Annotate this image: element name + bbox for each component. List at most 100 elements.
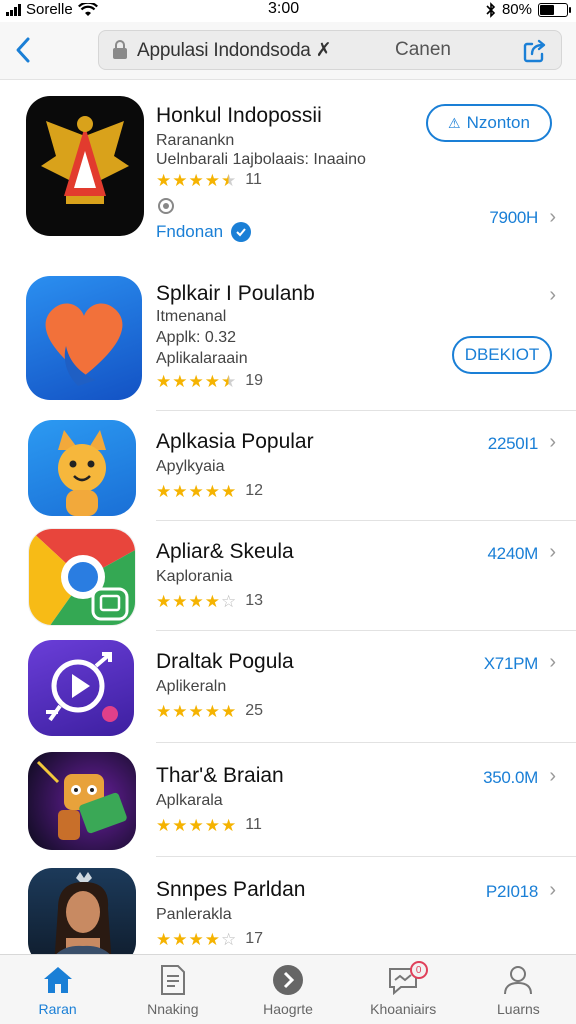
star-icon: ★ <box>204 481 220 501</box>
list-item[interactable]: Honkul Indopossii Raranankn Uelnbarali 1… <box>0 80 576 258</box>
list-item[interactable]: Draltak Pogula Aplikeraln ★ ★ ★ ★ ★ 25 X71PM… <box>0 634 576 742</box>
arrow-circle-icon <box>269 963 307 997</box>
browser-icon <box>29 529 135 625</box>
person-icon <box>499 963 537 997</box>
cancel-button[interactable]: Canen <box>395 39 451 61</box>
app-subtitle: Itmenanal <box>156 308 227 325</box>
chevron-right-icon[interactable]: › <box>549 651 556 674</box>
star-icon: ★ <box>221 815 237 835</box>
tab-ranking[interactable]: Nnaking <box>115 955 230 1024</box>
chevron-right-icon[interactable]: › <box>549 206 556 229</box>
list-item[interactable]: Aplkasia Popular Apylkyaia ★ ★ ★ ★ ★ 12 2250… <box>0 414 576 520</box>
star-icon: ★ <box>188 929 204 949</box>
app-icon-heart[interactable] <box>26 276 142 400</box>
app-title[interactable]: Aplkasia Popular <box>156 430 314 454</box>
star-icon: ★ <box>156 701 172 721</box>
tab-home[interactable]: Raran <box>0 955 115 1024</box>
wifi-icon <box>77 2 98 16</box>
list-item[interactable]: Apliar& Skeula Kaplorania ★ ★ ★ ★ ☆ 13 4240M… <box>0 524 576 630</box>
star-icon: ★ <box>156 591 172 611</box>
get-button[interactable]: ⚠ Nzonton <box>426 104 552 142</box>
star-empty-icon: ☆ <box>221 929 237 949</box>
star-icon: ★ <box>188 170 204 190</box>
app-subtitle-2: Uelnbarali 1ajbolaais: Inaaino <box>156 151 366 168</box>
signal-icon <box>6 3 21 16</box>
star-icon: ★ <box>204 591 220 611</box>
home-icon <box>39 963 77 997</box>
app-list: Honkul Indopossii Raranankn Uelnbarali 1… <box>0 80 576 954</box>
price-label[interactable]: 2250I1 <box>488 434 539 454</box>
star-icon: ★ <box>172 591 188 611</box>
app-title[interactable]: Thar'& Braian <box>156 764 284 788</box>
chevron-right-icon[interactable]: › <box>549 879 556 902</box>
divider <box>156 520 576 521</box>
star-icon: ★ <box>156 815 172 835</box>
app-icon-video[interactable] <box>28 640 134 736</box>
tab-label: Nnaking <box>147 1001 199 1017</box>
star-icon: ★ <box>156 929 172 949</box>
app-icon-cat[interactable] <box>28 420 136 516</box>
developer-row[interactable]: Fndonan <box>156 222 252 242</box>
price-label[interactable]: X71PM <box>484 654 539 674</box>
info-icon <box>158 198 174 214</box>
price-label[interactable]: 7900H <box>489 208 538 228</box>
tab-updates[interactable]: Haogrte <box>230 955 345 1024</box>
chevron-left-icon <box>16 37 30 63</box>
tab-profile[interactable]: Luarns <box>461 955 576 1024</box>
search-text: Appulasi Indondsoda ✗ <box>137 39 332 61</box>
star-half-icon: ★ <box>221 371 237 391</box>
star-icon: ★ <box>221 701 237 721</box>
lock-icon <box>113 40 127 59</box>
chevron-right-icon[interactable]: › <box>549 541 556 564</box>
star-half-icon: ★ <box>221 170 237 190</box>
divider <box>156 742 576 743</box>
share-button[interactable] <box>519 35 551 67</box>
tab-label: Raran <box>38 1001 77 1017</box>
star-icon: ★ <box>188 701 204 721</box>
app-icon-emblem[interactable] <box>26 96 144 236</box>
app-title[interactable]: Apliar& Skeula <box>156 540 294 564</box>
tab-messages[interactable]: 0 Khoaniairs <box>346 955 461 1024</box>
rating-stars: ★ ★ ★ ★ ★ 19 <box>156 372 263 390</box>
star-icon: ★ <box>204 815 220 835</box>
notification-badge: 0 <box>409 961 428 979</box>
price-label[interactable]: P2I018 <box>486 882 538 902</box>
star-icon: ★ <box>172 929 188 949</box>
price-label[interactable]: 350.0M <box>483 768 538 788</box>
share-icon <box>523 39 546 63</box>
search-field[interactable]: Appulasi Indondsoda ✗ Canen <box>98 30 562 70</box>
chevron-right-icon[interactable]: › <box>549 284 556 307</box>
app-title[interactable]: Splkair I Poulanb <box>156 282 315 306</box>
list-item[interactable]: Snnpes Parldan Panlerakla ★ ★ ★ ★ ☆ 17 P2I01… <box>0 860 576 954</box>
rating-count: 13 <box>245 592 264 609</box>
star-icon: ★ <box>156 170 172 190</box>
app-icon-portrait[interactable] <box>28 868 136 954</box>
list-item[interactable]: Thar'& Braian Aplkarala ★ ★ ★ ★ ★ 11 350.0M … <box>0 746 576 856</box>
status-time: 3:00 <box>268 0 300 17</box>
app-subtitle: Aplikeraln <box>156 678 227 695</box>
chevron-right-icon[interactable]: › <box>549 431 556 454</box>
chevron-right-icon[interactable]: › <box>549 765 556 788</box>
star-icon: ★ <box>204 170 220 190</box>
get-button-label: DBEKIOT <box>464 345 540 364</box>
status-bar: Sorelle 3:00 80% <box>0 0 576 22</box>
battery-percent: 80% <box>501 1 532 18</box>
rating-stars: ★ ★ ★ ★ ★ 11 <box>156 171 262 189</box>
app-title[interactable]: Honkul Indopossii <box>156 104 322 128</box>
app-icon-game[interactable] <box>28 752 136 850</box>
rating-stars: ★ ★ ★ ★ ★ 25 <box>156 702 263 720</box>
get-button[interactable]: DBEKIOT <box>452 336 552 374</box>
app-title[interactable]: Draltak Pogula <box>156 650 294 674</box>
app-title[interactable]: Snnpes Parldan <box>156 878 305 902</box>
back-button[interactable] <box>8 32 38 68</box>
divider <box>156 856 576 857</box>
rating-count: 12 <box>245 482 264 499</box>
eagle-emblem-icon <box>41 116 129 204</box>
get-button-label: Nzonton <box>466 113 530 132</box>
rating-count: 25 <box>245 702 264 719</box>
cartoon-character-icon <box>36 760 127 840</box>
divider <box>156 630 576 631</box>
list-item[interactable]: Splkair I Poulanb Itmenanal Applk: 0.32 … <box>0 270 576 410</box>
app-icon-browser[interactable] <box>28 528 136 626</box>
price-label[interactable]: 4240M <box>488 544 539 564</box>
